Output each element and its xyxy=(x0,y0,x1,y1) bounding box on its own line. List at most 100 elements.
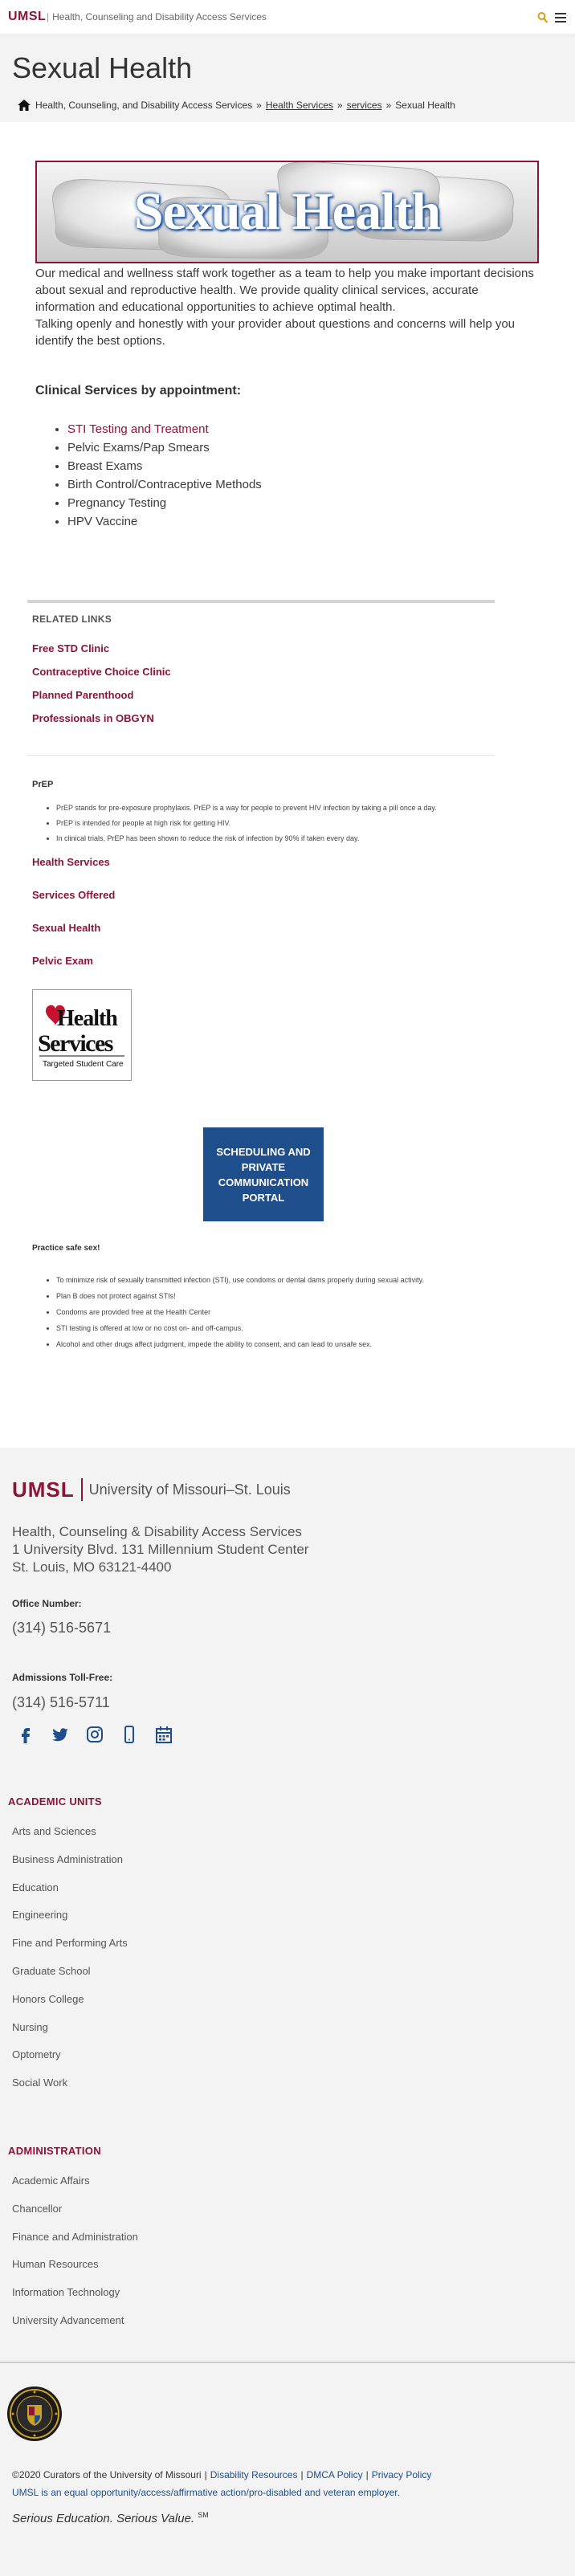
office-phone[interactable]: (314) 516-5671 xyxy=(12,1620,111,1636)
footer-logo-text: University of Missouri–St. Louis xyxy=(88,1481,291,1498)
disability-resources-link[interactable]: Disability Resources xyxy=(210,2469,298,2480)
footer-link[interactable]: Fine and Performing Arts xyxy=(12,1937,128,1949)
footer-link[interactable]: Social Work xyxy=(12,2077,67,2089)
hamburger-menu-icon[interactable] xyxy=(554,11,567,24)
footer-link[interactable]: Human Resources xyxy=(12,2258,99,2270)
list-item: Chancellor xyxy=(12,2203,138,2231)
sti-testing-link[interactable]: STI Testing and Treatment xyxy=(67,422,209,436)
prep-link[interactable]: Sexual Health xyxy=(32,922,100,934)
intro-paragraph: Talking openly and honestly with your pr… xyxy=(35,317,516,348)
home-icon[interactable] xyxy=(18,100,31,111)
list-item: Condoms are provided free at the Health … xyxy=(56,1304,424,1320)
dmca-policy-link[interactable]: DMCA Policy xyxy=(307,2469,363,2480)
list-item: Business Administration xyxy=(12,1853,128,1881)
hs-logo-line2: Services xyxy=(38,1030,113,1057)
twitter-icon[interactable] xyxy=(51,1725,70,1744)
search-icon[interactable] xyxy=(537,11,548,24)
list-item: Nursing xyxy=(12,2021,128,2049)
list-item: Planned Parenthood xyxy=(32,689,171,712)
footer-link[interactable]: Nursing xyxy=(12,2021,48,2033)
footer-link[interactable]: Education xyxy=(12,1881,59,1893)
umsl-logo[interactable]: UMSL xyxy=(8,10,46,24)
breadcrumb-separator: » xyxy=(385,100,392,111)
legal-links: ©2020 Curators of the University of Miss… xyxy=(12,2469,432,2498)
breadcrumb-home[interactable]: Health, Counseling, and Disability Acces… xyxy=(35,100,252,111)
list-item: Birth Control/Contraceptive Methods xyxy=(67,475,262,494)
footer-link[interactable]: Information Technology xyxy=(12,2286,120,2298)
list-item: Social Work xyxy=(12,2077,128,2105)
eeo-statement-link[interactable]: UMSL is an equal opportunity/access/affi… xyxy=(12,2487,400,2498)
breadcrumb-services[interactable]: services xyxy=(347,100,382,111)
list-item: Breast Exams xyxy=(67,457,262,475)
mobile-icon[interactable] xyxy=(120,1725,139,1744)
footer-link[interactable]: Finance and Administration xyxy=(12,2231,138,2243)
social-links xyxy=(16,1725,189,1744)
hero-title: Sexual Health xyxy=(133,182,441,241)
services-list: STI Testing and Treatment Pelvic Exams/P… xyxy=(67,420,262,531)
list-item: STI Testing and Treatment xyxy=(67,420,262,438)
academic-units-list: Arts and Sciences Business Administratio… xyxy=(12,1825,128,2105)
intro-text: Our medical and wellness staff work toge… xyxy=(35,265,541,349)
intro-paragraph: Our medical and wellness staff work toge… xyxy=(35,267,534,314)
admissions-label: Admissions Toll-Free: xyxy=(12,1672,113,1683)
privacy-policy-link[interactable]: Privacy Policy xyxy=(372,2469,432,2480)
calendar-icon[interactable] xyxy=(154,1725,173,1744)
scheduling-portal-button[interactable]: SCHEDULING AND PRIVATE COMMUNICATION POR… xyxy=(203,1127,324,1221)
prep-link[interactable]: Services Offered xyxy=(32,889,115,901)
footer-link[interactable]: Academic Affairs xyxy=(12,2175,90,2187)
services-heading: Clinical Services by appointment: xyxy=(35,384,242,397)
list-item: University Advancement xyxy=(12,2314,138,2342)
list-item: PrEP stands for pre-exposure prophylaxis… xyxy=(56,801,437,816)
hs-logo-line1: Health xyxy=(57,1006,118,1031)
footer-link[interactable]: Graduate School xyxy=(12,1965,91,1977)
footer-logo[interactable]: UMSL University of Missouri–St. Louis xyxy=(12,1478,291,1502)
footer-link[interactable]: Arts and Sciences xyxy=(12,1825,96,1837)
list-item: Services Offered xyxy=(32,889,115,922)
list-item: Arts and Sciences xyxy=(12,1825,128,1853)
breadcrumb-separator: » xyxy=(256,100,262,111)
site-name[interactable]: | Health, Counseling and Disability Acces… xyxy=(47,11,267,22)
footer-address-line: 1 University Blvd. 131 Millennium Studen… xyxy=(12,1542,309,1557)
list-item: Sexual Health xyxy=(32,922,115,955)
list-item: Education xyxy=(12,1881,128,1910)
list-item: Free STD Clinic xyxy=(32,642,171,666)
list-item: Graduate School xyxy=(12,1965,128,1993)
divider xyxy=(0,2362,575,2363)
related-link[interactable]: Free STD Clinic xyxy=(32,642,109,654)
related-link[interactable]: Professionals in OBGYN xyxy=(32,712,154,724)
breadcrumb-health-services[interactable]: Health Services xyxy=(266,100,333,111)
breadcrumb-separator: » xyxy=(336,100,343,111)
health-services-logo[interactable]: Health Services Targeted Student Care xyxy=(32,989,132,1081)
breadcrumb-current: Sexual Health xyxy=(395,100,455,111)
divider xyxy=(27,600,495,603)
administration-heading: ADMINISTRATION xyxy=(8,2145,101,2157)
footer-address: Health, Counseling & Disability Access S… xyxy=(12,1523,308,1576)
instagram-icon[interactable] xyxy=(85,1725,104,1744)
list-item: Health Services xyxy=(32,856,115,889)
footer-link[interactable]: Optometry xyxy=(12,2048,61,2060)
divider xyxy=(27,755,495,756)
facebook-icon[interactable] xyxy=(16,1725,35,1744)
hero-banner: Sexual Health xyxy=(35,161,539,263)
related-link[interactable]: Contraceptive Choice Clinic xyxy=(32,666,171,678)
footer-link[interactable]: Business Administration xyxy=(12,1853,123,1865)
footer-link[interactable]: Honors College xyxy=(12,1993,84,2005)
footer-link[interactable]: University Advancement xyxy=(12,2314,124,2326)
logo-divider xyxy=(80,1478,83,1501)
related-link[interactable]: Planned Parenthood xyxy=(32,689,133,701)
admissions-phone[interactable]: (314) 516-5711 xyxy=(12,1694,110,1711)
related-links-list: Free STD Clinic Contraceptive Choice Cli… xyxy=(32,642,171,736)
footer-link[interactable]: Chancellor xyxy=(12,2203,62,2215)
list-item: Finance and Administration xyxy=(12,2231,138,2259)
copyright: ©2020 Curators of the University of Miss… xyxy=(12,2469,202,2480)
prep-heading: PrEP xyxy=(32,780,54,789)
list-item: Information Technology xyxy=(12,2286,138,2314)
list-item: HPV Vaccine xyxy=(67,512,262,531)
prep-link[interactable]: Health Services xyxy=(32,856,110,868)
footer-dept-name: Health, Counseling & Disability Access S… xyxy=(12,1524,302,1539)
footer-link[interactable]: Engineering xyxy=(12,1909,67,1921)
prep-link[interactable]: Pelvic Exam xyxy=(32,955,93,967)
footer-address-line: St. Louis, MO 63121-4400 xyxy=(12,1559,172,1575)
page-header: Sexual Health Health, Counseling, and Di… xyxy=(0,35,575,122)
safe-sex-list: To minimize risk of sexually transmitted… xyxy=(56,1272,424,1352)
